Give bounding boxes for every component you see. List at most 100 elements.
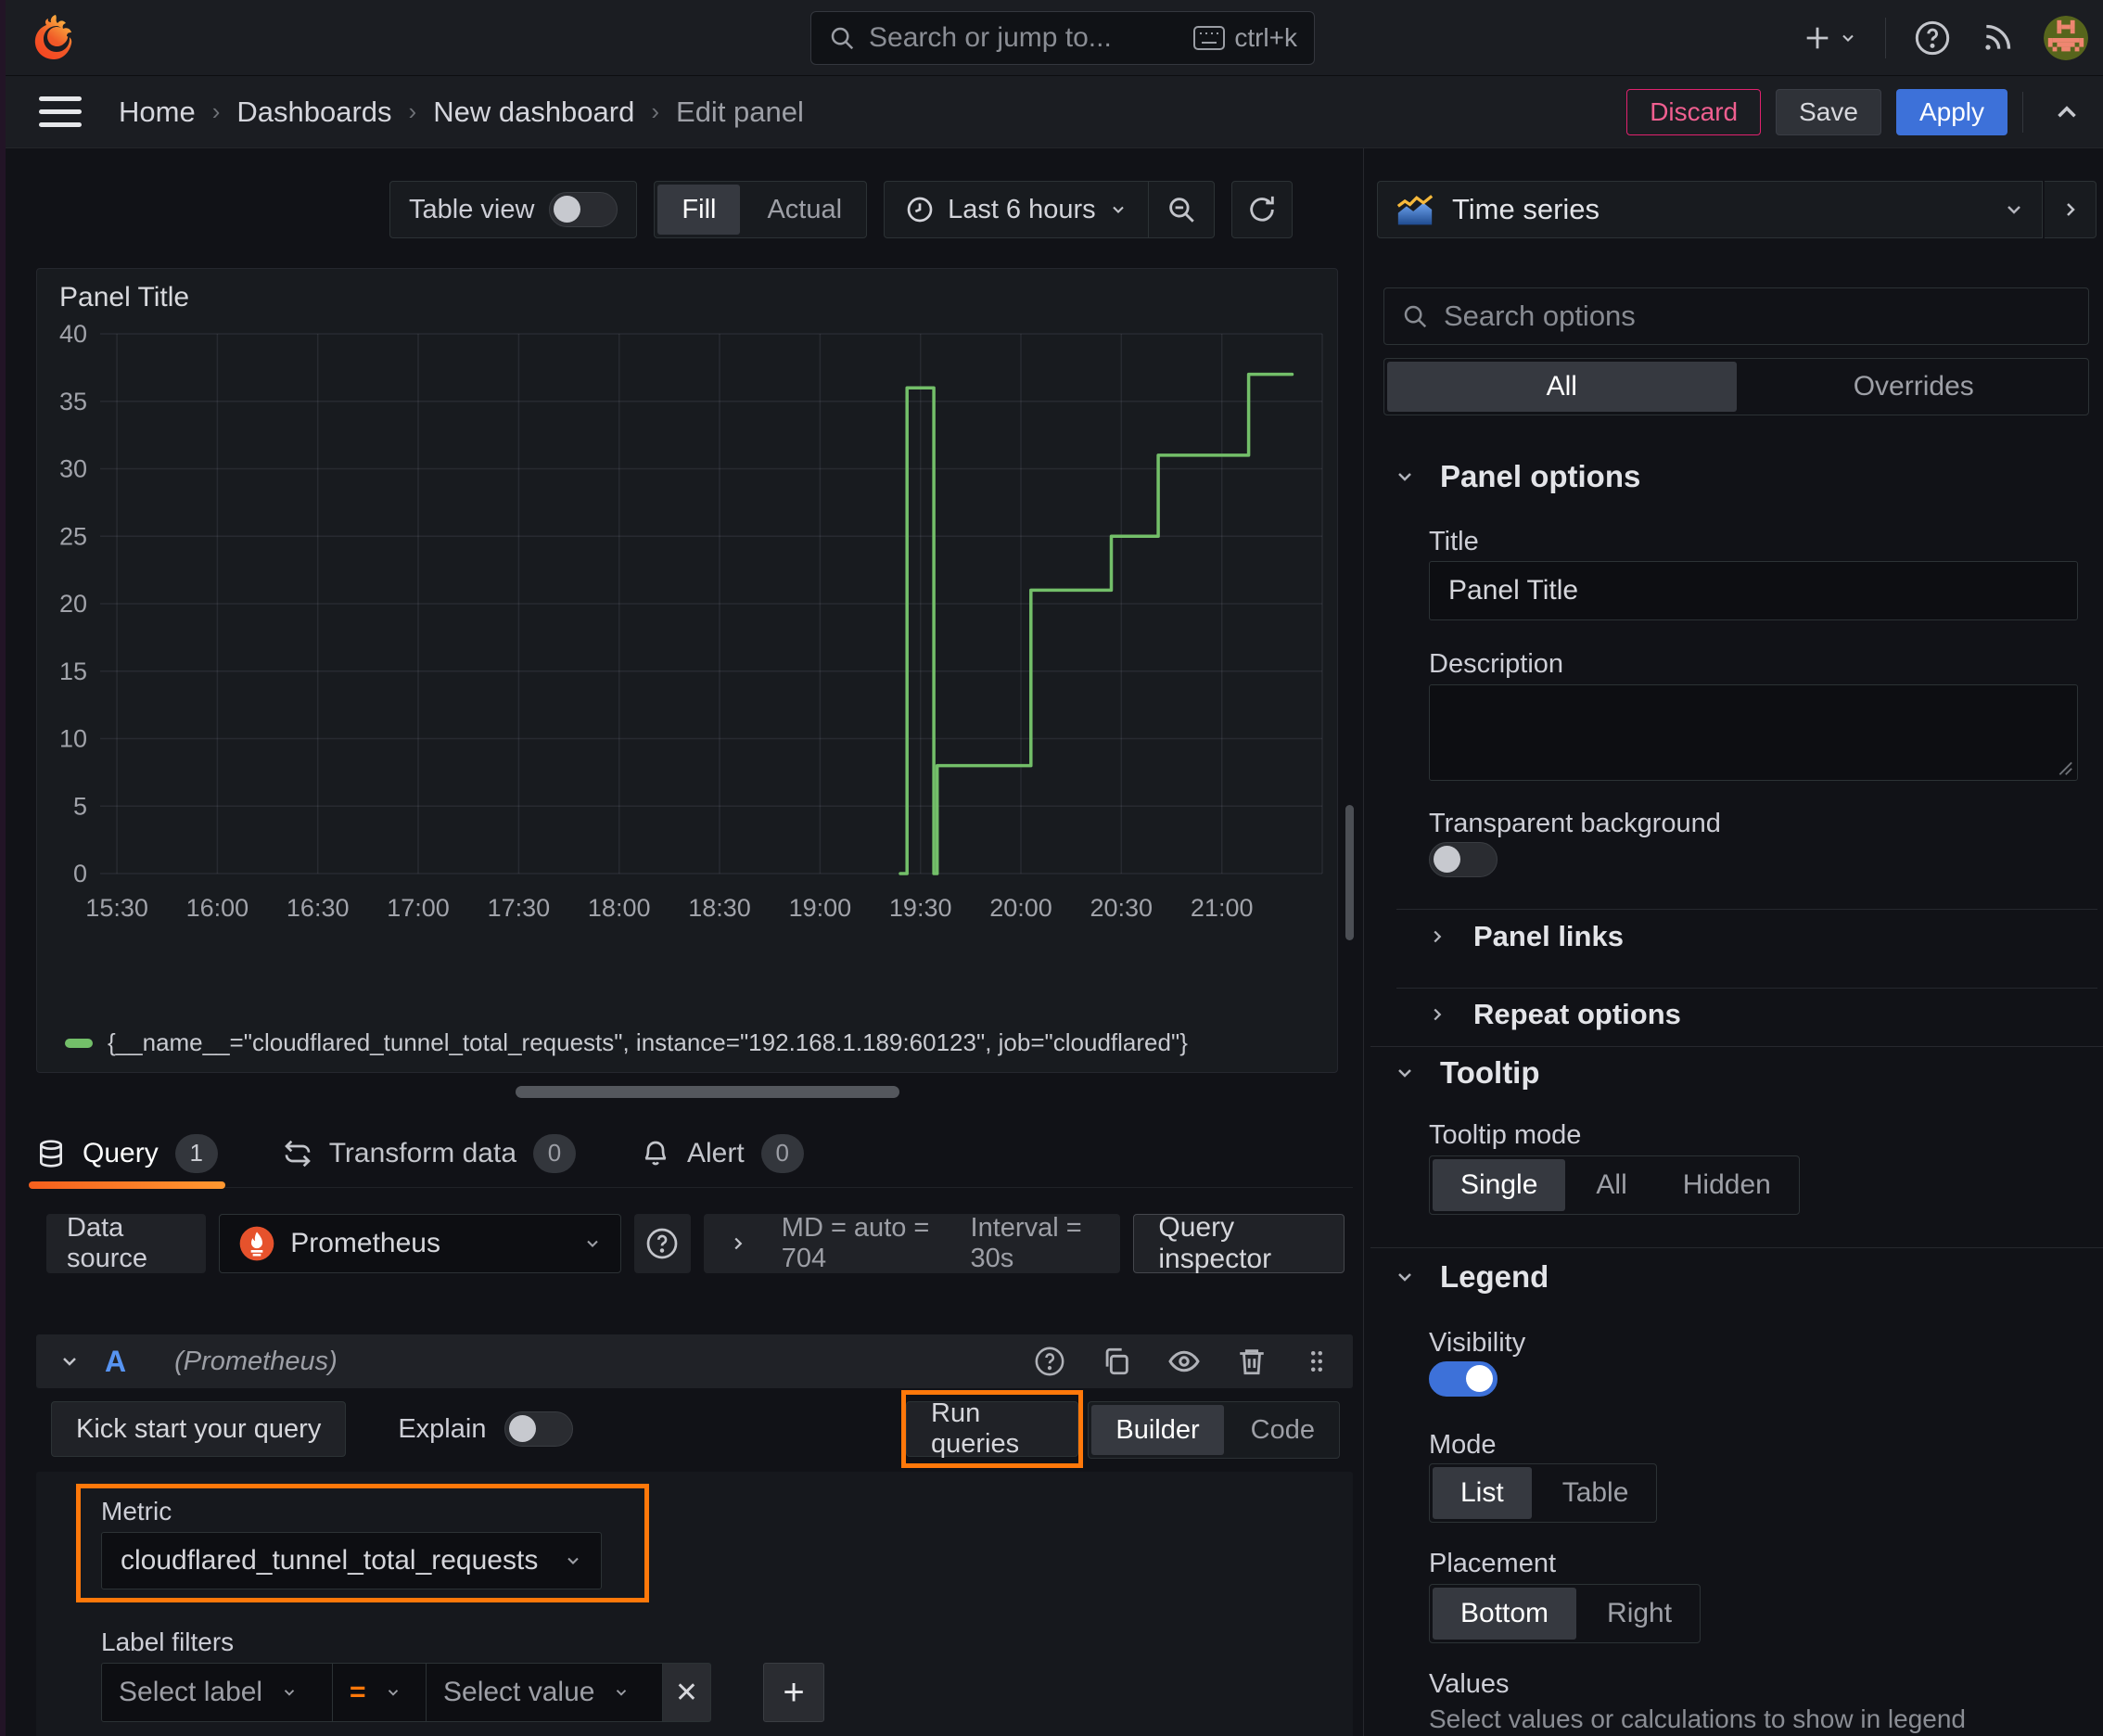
builder-option[interactable]: Builder — [1091, 1405, 1224, 1455]
datasource-picker[interactable]: Prometheus — [219, 1214, 622, 1273]
svg-text:21:00: 21:00 — [1191, 894, 1254, 922]
collapse-options-pane-icon[interactable] — [2051, 96, 2083, 128]
scrollbar[interactable] — [1345, 805, 1354, 940]
section-divider — [1370, 1247, 2103, 1248]
panel-links-section[interactable]: Panel links — [1394, 896, 1624, 977]
title-field-wrap — [1429, 561, 2078, 620]
table-view-control: Table view — [389, 181, 638, 238]
breadcrumb-dashboards[interactable]: Dashboards — [236, 96, 391, 129]
clock-icon — [905, 195, 935, 224]
tab-all[interactable]: All — [1387, 362, 1737, 412]
svg-text:15:30: 15:30 — [85, 894, 148, 922]
tooltip-hidden-option[interactable]: Hidden — [1655, 1156, 1799, 1214]
metric-select[interactable]: cloudflared_tunnel_total_requests — [101, 1532, 602, 1589]
select-value-dropdown[interactable]: Select value — [426, 1663, 663, 1722]
actual-option[interactable]: Actual — [743, 182, 866, 237]
time-series-chart[interactable]: 0 5 10 15 20 25 30 35 40 15:30 16:00 16:30 17:00 17:3… — [46, 321, 1330, 933]
legend-mode-table[interactable]: Table — [1535, 1464, 1657, 1522]
title-label: Title — [1429, 527, 1479, 556]
time-range-button[interactable]: Last 6 hours — [885, 195, 1148, 225]
panel-title-input[interactable] — [1429, 561, 2078, 620]
menu-icon[interactable] — [39, 96, 82, 127]
query-ref-id[interactable]: A — [105, 1345, 126, 1379]
tab-query[interactable]: Query 1 — [29, 1119, 225, 1189]
search-placeholder: Search or jump to... — [869, 22, 1112, 53]
viz-pane-expand-button[interactable] — [2045, 181, 2097, 238]
legend-label[interactable]: {__name__="cloudflared_tunnel_total_requ… — [108, 1028, 1188, 1057]
svg-text:10: 10 — [59, 725, 87, 753]
nav-separator — [1885, 18, 1886, 58]
transparent-bg-toggle[interactable] — [1429, 842, 1498, 877]
tooltip-single-option[interactable]: Single — [1433, 1159, 1566, 1211]
chevron-down-icon[interactable] — [58, 1350, 81, 1372]
legend-mode-list[interactable]: List — [1433, 1467, 1532, 1519]
keyboard-icon — [1193, 26, 1226, 50]
viz-type-select[interactable]: Time series — [1377, 181, 2043, 238]
panel-options-header-row[interactable]: Panel options — [1394, 459, 1640, 494]
explain-label: Explain — [398, 1413, 487, 1444]
avatar[interactable] — [2044, 16, 2088, 60]
remove-filter-button[interactable]: ✕ — [663, 1663, 711, 1722]
run-queries-button[interactable]: Run queries — [906, 1398, 1078, 1459]
breadcrumb-home[interactable]: Home — [119, 96, 196, 129]
trash-icon[interactable] — [1236, 1346, 1268, 1377]
tooltip-all-option[interactable]: All — [1568, 1156, 1654, 1214]
zoom-out-button[interactable] — [1147, 182, 1214, 237]
panel-title[interactable]: Panel Title — [59, 282, 189, 313]
tab-overrides[interactable]: Overrides — [1740, 359, 2089, 415]
apply-button[interactable]: Apply — [1895, 88, 2007, 135]
tab-alert[interactable]: Alert 0 — [641, 1119, 804, 1187]
tab-alert-label: Alert — [687, 1137, 745, 1168]
repeat-options-section[interactable]: Repeat options — [1394, 974, 1681, 1055]
help-button[interactable] — [1914, 19, 1951, 57]
legend-placement-group: Bottom Right — [1429, 1584, 1702, 1643]
visibility-toggle[interactable] — [1429, 1361, 1498, 1397]
resize-handle-icon[interactable] — [2053, 756, 2073, 776]
tab-transform-data[interactable]: Transform data 0 — [283, 1119, 576, 1187]
table-view-toggle[interactable] — [549, 192, 618, 227]
discard-button[interactable]: Discard — [1626, 88, 1762, 135]
drag-handle-icon[interactable] — [1303, 1347, 1331, 1375]
visibility-label: Visibility — [1429, 1328, 1526, 1358]
kick-start-button[interactable]: Kick start your query — [51, 1401, 347, 1457]
svg-text:17:00: 17:00 — [387, 894, 450, 922]
save-button[interactable]: Save — [1776, 88, 1881, 135]
page-bar: Home › Dashboards › New dashboard › Edit… — [0, 76, 2103, 148]
tooltip-header-row[interactable]: Tooltip — [1394, 1055, 1540, 1091]
datasource-help-button[interactable] — [634, 1214, 691, 1273]
chart[interactable]: 0 5 10 15 20 25 30 35 40 15:30 16:00 16:30 17:00 17:3… — [46, 321, 1330, 933]
eye-icon[interactable] — [1167, 1345, 1201, 1378]
pane-divider — [1363, 148, 1364, 1736]
legend-placement-bottom[interactable]: Bottom — [1433, 1588, 1577, 1640]
query-options-summary[interactable]: MD = auto = 704 Interval = 30s — [703, 1213, 1121, 1273]
summary-interval: Interval = 30s — [970, 1213, 1082, 1273]
breadcrumb-new-dashboard[interactable]: New dashboard — [433, 96, 634, 129]
refresh-button[interactable] — [1230, 181, 1293, 238]
help-icon[interactable] — [1034, 1346, 1065, 1377]
description-textarea[interactable] — [1429, 684, 2078, 781]
select-label-dropdown[interactable]: Select label — [101, 1663, 333, 1722]
news-icon[interactable] — [1979, 19, 2016, 57]
svg-text:35: 35 — [59, 388, 87, 415]
query-row-header[interactable]: A (Prometheus) — [36, 1334, 1353, 1388]
global-search[interactable]: Search or jump to... ctrl+k — [810, 11, 1315, 65]
add-button[interactable] — [1802, 22, 1857, 54]
query-inspector-button[interactable]: Query inspector — [1133, 1212, 1345, 1274]
shortcut-hint: ctrl+k — [1193, 23, 1297, 53]
legend-swatch[interactable] — [65, 1038, 93, 1048]
legend-placement-right[interactable]: Right — [1579, 1585, 1700, 1642]
bell-icon — [641, 1139, 670, 1168]
panel-resize-handle[interactable] — [516, 1086, 899, 1098]
fill-option[interactable]: Fill — [657, 185, 741, 235]
tab-alert-count: 0 — [760, 1133, 804, 1173]
breadcrumb-separator: › — [408, 97, 417, 125]
add-filter-button[interactable]: + — [763, 1663, 824, 1722]
options-search[interactable]: Search options — [1383, 287, 2089, 345]
explain-toggle[interactable] — [504, 1411, 574, 1447]
code-option[interactable]: Code — [1227, 1402, 1339, 1458]
grafana-logo-icon[interactable] — [32, 13, 80, 63]
legend-header-row[interactable]: Legend — [1394, 1259, 1549, 1295]
operator-dropdown[interactable]: = — [333, 1663, 426, 1722]
builder-code-group: Builder Code — [1088, 1401, 1340, 1459]
duplicate-icon[interactable] — [1101, 1346, 1132, 1377]
